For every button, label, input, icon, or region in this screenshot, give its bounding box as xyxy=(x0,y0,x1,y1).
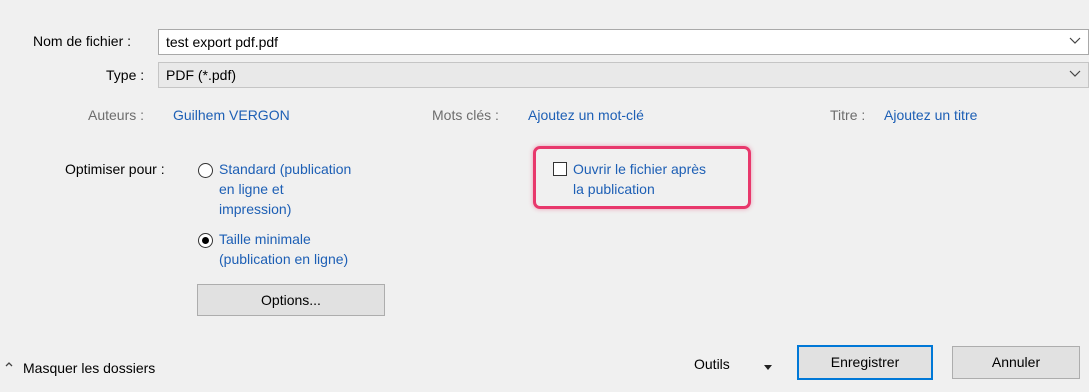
save-button-label: Enregistrer xyxy=(830,354,900,370)
options-button[interactable]: Options... xyxy=(197,284,385,316)
open-after-label[interactable]: Ouvrir le fichier après la publication xyxy=(573,159,706,199)
collapse-chevron-icon[interactable] xyxy=(3,360,15,372)
radio-minimum-size-label[interactable]: Taille minimale (publication en ligne) xyxy=(219,229,348,269)
title-value[interactable]: Ajoutez un titre xyxy=(884,107,977,123)
filename-value: test export pdf.pdf xyxy=(166,34,279,50)
cancel-button[interactable]: Annuler xyxy=(952,346,1080,379)
type-select[interactable]: PDF (*.pdf) xyxy=(158,62,1089,88)
optimize-label: Optimiser pour : xyxy=(65,161,165,177)
open-after-line-1: Ouvrir le fichier après xyxy=(573,161,707,177)
tools-button[interactable]: Outils xyxy=(694,356,730,372)
filename-label: Nom de fichier : xyxy=(33,33,132,49)
radio-standard-label[interactable]: Standard (publication en ligne et impres… xyxy=(219,159,351,219)
open-after-line-2: la publication xyxy=(573,181,655,197)
keywords-value[interactable]: Ajoutez un mot-clé xyxy=(528,107,644,123)
chevron-down-icon[interactable] xyxy=(1068,66,1082,80)
save-button[interactable]: Enregistrer xyxy=(797,345,933,380)
options-button-label: Options... xyxy=(261,292,321,308)
tools-dropdown-icon[interactable] xyxy=(762,361,774,373)
authors-value[interactable]: Guilhem VERGON xyxy=(173,107,290,123)
filename-input[interactable]: test export pdf.pdf xyxy=(158,29,1089,55)
radio-standard[interactable] xyxy=(198,163,213,178)
radio-selected-dot xyxy=(202,237,209,244)
radio-minimum-line-1: Taille minimale xyxy=(219,231,311,247)
type-label: Type : xyxy=(106,67,145,83)
hide-folders-button[interactable]: Masquer les dossiers xyxy=(23,360,155,376)
cancel-button-label: Annuler xyxy=(991,354,1041,370)
type-value: PDF (*.pdf) xyxy=(166,67,237,83)
keywords-label: Mots clés : xyxy=(432,107,499,123)
radio-minimum-size[interactable] xyxy=(198,233,213,248)
open-after-checkbox[interactable] xyxy=(553,162,567,176)
radio-standard-line-3: impression) xyxy=(219,201,292,217)
authors-label: Auteurs : xyxy=(88,107,145,123)
radio-standard-line-1: Standard (publication xyxy=(219,161,352,177)
radio-minimum-line-2: (publication en ligne) xyxy=(219,251,349,267)
radio-standard-line-2: en ligne et xyxy=(219,181,284,197)
chevron-down-icon[interactable] xyxy=(1068,33,1082,47)
title-label: Titre : xyxy=(830,107,866,123)
